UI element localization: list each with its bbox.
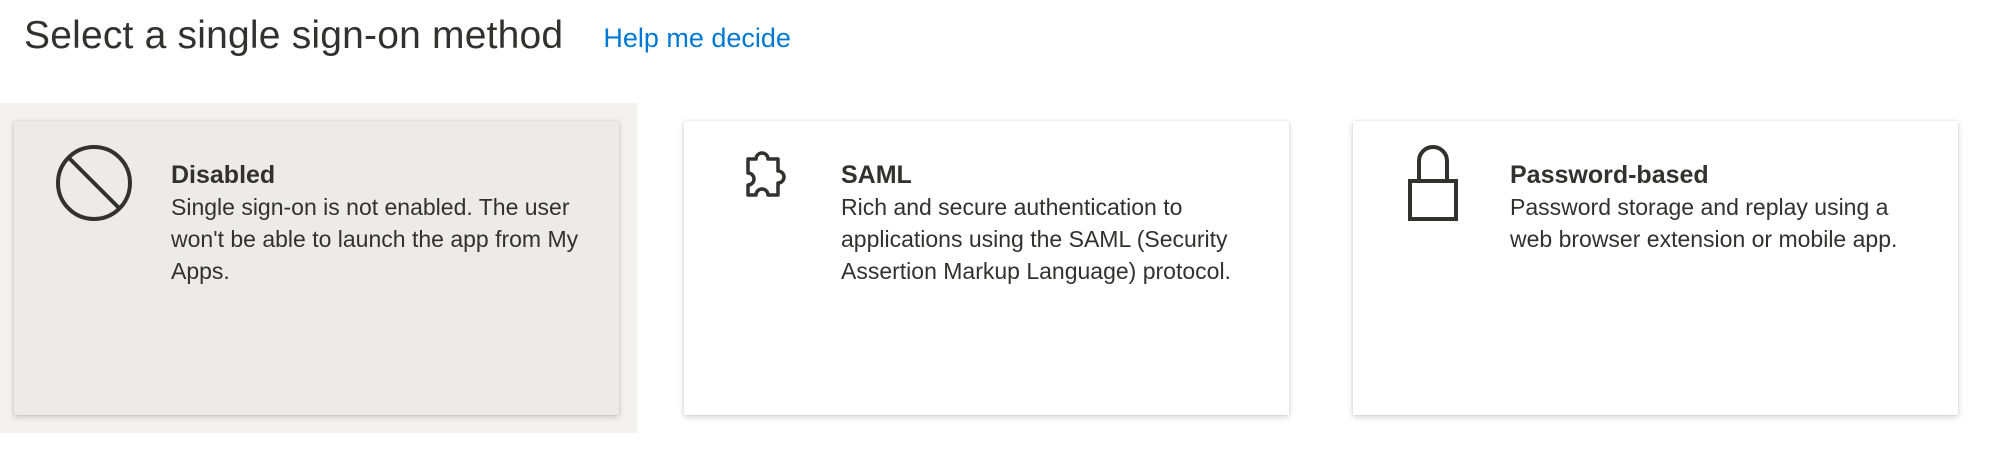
sso-method-card-disabled[interactable]: Disabled Single sign-on is not enabled. … <box>14 121 619 415</box>
help-me-decide-link[interactable]: Help me decide <box>603 23 791 54</box>
sso-method-card-saml[interactable]: SAML Rich and secure authentication to a… <box>684 121 1289 415</box>
sso-method-card-password-based[interactable]: Password-based Password storage and repl… <box>1353 121 1958 415</box>
disabled-icon <box>52 141 136 225</box>
card-text: Password-based Password storage and repl… <box>1510 159 1928 255</box>
card-text: Disabled Single sign-on is not enabled. … <box>171 159 589 287</box>
card-title: SAML <box>841 161 912 189</box>
card-description: Rich and secure authentication to applic… <box>841 194 1231 284</box>
lock-icon <box>1391 141 1475 225</box>
card-description: Single sign-on is not enabled. The user … <box>171 194 579 284</box>
card-text: SAML Rich and secure authentication to a… <box>841 159 1259 287</box>
page-title: Select a single sign-on method <box>24 14 564 57</box>
card-title: Password-based <box>1510 161 1709 189</box>
card-title: Disabled <box>171 161 276 189</box>
sso-method-page: Select a single sign-on method Help me d… <box>0 0 1999 474</box>
page-header: Select a single sign-on method Help me d… <box>24 6 791 66</box>
card-description: Password storage and replay using a web … <box>1510 194 1898 252</box>
puzzle-icon <box>722 141 806 225</box>
